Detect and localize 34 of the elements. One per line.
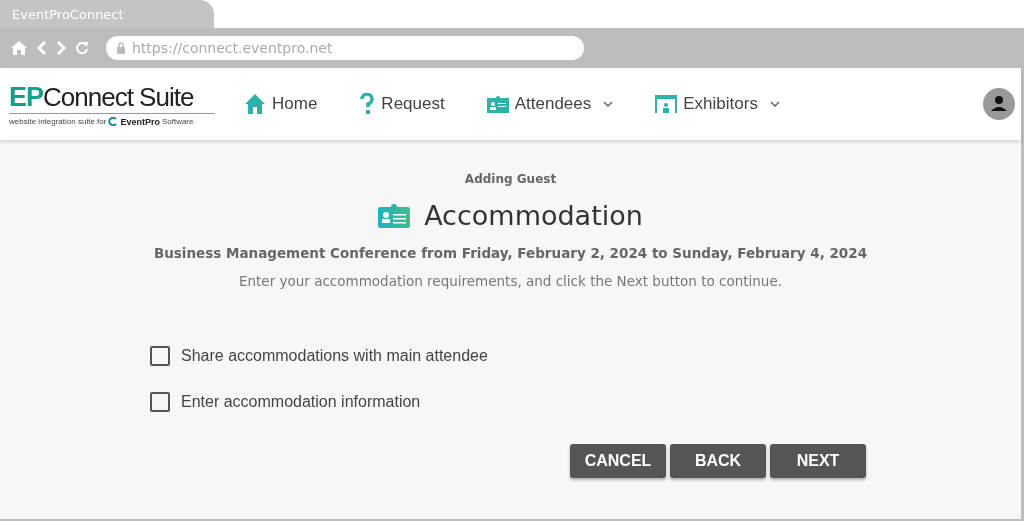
forward-icon[interactable] — [56, 41, 66, 55]
page-subtitle: Adding Guest — [464, 172, 557, 186]
avatar-icon[interactable] — [983, 88, 1015, 120]
action-button[interactable]: BACK — [670, 444, 766, 478]
action-button[interactable]: CANCEL — [570, 444, 666, 478]
nav-link[interactable]: Exhibitors — [655, 93, 780, 115]
partner-suffix: Software — [161, 117, 194, 126]
question-icon — [359, 93, 376, 115]
partner-name: EventPro — [120, 116, 160, 127]
logo-name: Connect Suite — [43, 81, 194, 113]
nav-link[interactable]: Attendees — [486, 93, 614, 115]
home-icon[interactable] — [10, 40, 28, 56]
id-badge-icon — [486, 95, 509, 113]
logo-mark: EP — [9, 81, 44, 113]
id-badge-icon — [378, 203, 411, 228]
action-button[interactable]: NEXT — [770, 444, 866, 478]
booth-icon — [655, 95, 678, 113]
caret-icon — [603, 101, 614, 107]
back-icon[interactable] — [37, 41, 47, 55]
swirl-icon — [108, 117, 119, 126]
nav-link[interactable]: Home — [244, 93, 318, 115]
lock-icon — [116, 42, 126, 54]
reload-icon[interactable] — [75, 41, 89, 55]
checkbox-label[interactable]: Enter accommodation information — [181, 393, 421, 411]
checkbox[interactable] — [150, 346, 170, 366]
nav-link[interactable]: Request — [359, 93, 445, 115]
page-title: Accommodation — [424, 200, 643, 231]
caret-icon — [769, 101, 780, 107]
checkbox[interactable] — [150, 392, 170, 412]
event-description: Business Management Conference from Friday, February 2, 2024 to Sunday, February 4, 2024 — [153, 245, 868, 261]
house-icon — [244, 93, 266, 115]
checkbox-label[interactable]: Share accommodations with main attendee — [181, 347, 488, 365]
logo-tagline: website integration suite for — [9, 117, 107, 126]
instructions-text: Enter your accommodation requirements, and click the Next button to continue. — [239, 273, 782, 289]
